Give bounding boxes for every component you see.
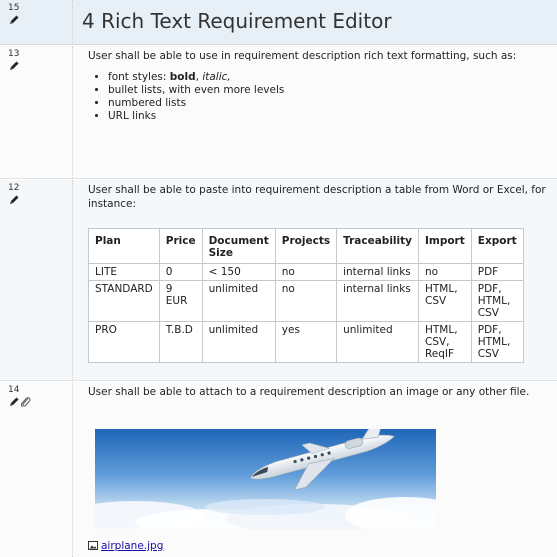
requirement-id: 12 xyxy=(8,183,20,193)
requirement-row: 12 User shall be able to paste into requ… xyxy=(0,180,557,381)
table-cell: T.B.D xyxy=(158,321,203,363)
table-cell: STANDARD xyxy=(88,280,160,322)
section-header-row: 15 4 Rich Text Requirement Editor xyxy=(0,0,557,45)
pencil-icon[interactable] xyxy=(8,60,20,72)
list-item: URL links xyxy=(108,110,547,123)
font-styles-label: font styles: xyxy=(108,71,170,83)
table-cell: internal links xyxy=(336,280,419,322)
table-cell: 0 xyxy=(158,263,203,281)
pencil-icon[interactable] xyxy=(8,194,20,206)
column-header: Export xyxy=(470,228,524,264)
column-header: Traceability xyxy=(336,228,419,264)
table-cell: HTML, CSV, ReqIF xyxy=(417,321,472,363)
table-header-row: Plan Price Document Size Projects Tracea… xyxy=(88,228,524,264)
table-cell: PDF, HTML, CSV xyxy=(470,321,524,363)
paperclip-icon[interactable] xyxy=(20,396,31,408)
column-header: Plan xyxy=(88,228,160,264)
table-cell: PDF, HTML, CSV xyxy=(470,280,524,322)
requirement-text: User shall be able to attach to a requir… xyxy=(88,386,530,398)
table-row: PRO T.B.D unlimited yes unlimited HTML, … xyxy=(88,321,524,363)
pencil-icon[interactable] xyxy=(8,396,20,408)
list-item: bullet lists, with even more levels xyxy=(108,84,547,97)
table-cell: < 150 xyxy=(201,263,276,281)
requirement-text: User shall be able to paste into require… xyxy=(88,184,546,210)
airplane-image xyxy=(95,429,436,529)
section-title: 4 Rich Text Requirement Editor xyxy=(82,9,392,33)
table-cell: no xyxy=(274,280,338,322)
table-row: LITE 0 < 150 no internal links no PDF xyxy=(88,263,524,281)
requirement-content: User shall be able to paste into require… xyxy=(88,183,547,211)
table-cell: no xyxy=(274,263,338,281)
table-cell: PRO xyxy=(88,321,160,363)
table-cell: PDF xyxy=(470,263,524,281)
requirement-id: 14 xyxy=(8,385,20,395)
requirement-id: 13 xyxy=(8,49,20,59)
column-header: Import xyxy=(417,228,472,264)
image-file-icon xyxy=(88,541,98,550)
list-item: numbered lists xyxy=(108,97,547,110)
section-number: 15 xyxy=(8,3,20,13)
pencil-icon[interactable] xyxy=(8,14,20,26)
requirement-content: User shall be able to attach to a requir… xyxy=(88,385,547,399)
table-cell: yes xyxy=(274,321,338,363)
requirement-gutter: 14 xyxy=(0,382,73,557)
requirement-gutter: 12 xyxy=(0,180,73,380)
bold-sample: bold xyxy=(169,71,196,83)
requirement-content: User shall be able to use in requirement… xyxy=(88,49,547,123)
column-header: Document Size xyxy=(201,228,276,264)
table-cell: unlimited xyxy=(201,280,276,322)
table-cell: unlimited xyxy=(336,321,419,363)
attachment: airplane.jpg xyxy=(88,539,163,553)
table-cell: 9 EUR xyxy=(158,280,203,322)
pricing-table: Plan Price Document Size Projects Tracea… xyxy=(88,228,524,363)
column-header: Price xyxy=(158,228,203,264)
requirement-text: User shall be able to use in requirement… xyxy=(88,50,517,62)
italic-sample: italic, xyxy=(202,71,231,83)
table-cell: unlimited xyxy=(201,321,276,363)
requirement-row: 14 User shall be able to attach to a req… xyxy=(0,382,557,557)
table-row: STANDARD 9 EUR unlimited no internal lin… xyxy=(88,280,524,322)
formatting-list: font styles: bold, italic, bullet lists,… xyxy=(88,71,547,123)
table-cell: no xyxy=(417,263,472,281)
requirements-document: 15 4 Rich Text Requirement Editor 13 Use… xyxy=(0,0,557,557)
requirement-gutter: 13 xyxy=(0,46,73,178)
column-header: Projects xyxy=(274,228,338,264)
table-cell: internal links xyxy=(336,263,419,281)
requirement-row: 13 User shall be able to use in requirem… xyxy=(0,46,557,179)
table-cell: LITE xyxy=(88,263,160,281)
table-cell: HTML, CSV xyxy=(417,280,472,322)
attachment-link[interactable]: airplane.jpg xyxy=(101,540,163,552)
section-gutter: 15 xyxy=(0,0,73,44)
list-item: font styles: bold, italic, xyxy=(108,71,547,84)
